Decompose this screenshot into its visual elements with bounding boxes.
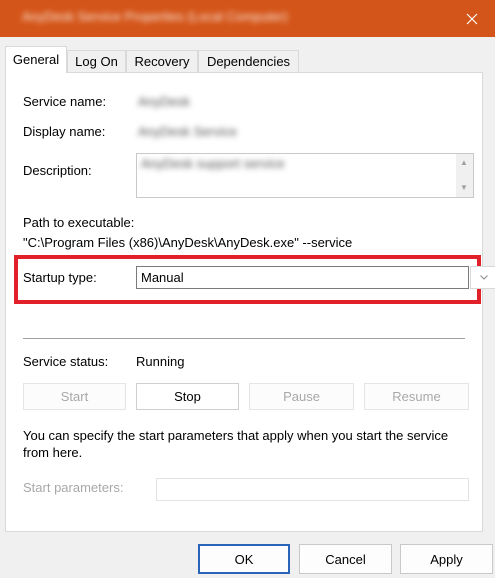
startup-type-label: Startup type:: [23, 270, 97, 285]
resume-button[interactable]: Resume: [364, 383, 469, 410]
scroll-up-arrow-icon[interactable]: ▲: [460, 158, 468, 167]
apply-button[interactable]: Apply: [400, 544, 493, 574]
description-value: AnyDesk support service: [141, 156, 285, 171]
window-title: AnyDesk Service Properties (Local Comput…: [22, 9, 288, 24]
start-button[interactable]: Start: [23, 383, 126, 410]
cancel-button[interactable]: Cancel: [299, 544, 392, 574]
scroll-down-arrow-icon[interactable]: ▼: [460, 183, 468, 192]
start-params-input[interactable]: [156, 478, 469, 501]
startup-type-label-text: Startup type:: [23, 270, 97, 285]
path-label: Path to executable:: [23, 215, 135, 230]
display-name-value: AnyDesk Service: [138, 124, 237, 139]
start-params-label: Start parameters:: [23, 480, 124, 495]
startup-type-select[interactable]: Manual: [136, 266, 495, 289]
service-status-value: Running: [136, 354, 185, 369]
ok-button[interactable]: OK: [198, 544, 290, 574]
service-name-label: Service name:: [23, 94, 107, 109]
tab-general[interactable]: General: [5, 46, 67, 73]
service-status-label: Service status:: [23, 354, 109, 369]
close-button[interactable]: [449, 0, 495, 37]
tab-recovery[interactable]: Recovery: [126, 50, 198, 72]
tab-dependencies[interactable]: Dependencies: [198, 50, 299, 72]
startup-type-dropdown-button[interactable]: [470, 266, 495, 289]
pause-button[interactable]: Pause: [249, 383, 354, 410]
tab-log-on[interactable]: Log On: [67, 50, 126, 72]
service-name-value: AnyDesk: [138, 94, 191, 109]
general-tab-panel: Service name: AnyDesk Display name: AnyD…: [5, 72, 495, 532]
chevron-down-icon: [479, 275, 488, 280]
description-label: Description:: [23, 163, 92, 178]
path-value: "C:\Program Files (x86)\AnyDesk\AnyDesk.…: [23, 235, 353, 250]
startup-type-value: Manual: [141, 270, 184, 285]
close-icon: [466, 13, 478, 24]
start-params-info-text: You can specify the start parameters tha…: [23, 428, 449, 460]
stop-button[interactable]: Stop: [136, 383, 239, 410]
description-scrollbar[interactable]: ▲ ▼: [456, 154, 473, 197]
display-name-label: Display name:: [23, 124, 106, 139]
title-bar: AnyDesk Service Properties (Local Comput…: [0, 0, 495, 37]
divider: [23, 338, 465, 339]
description-field[interactable]: AnyDesk support service ▲ ▼: [136, 153, 474, 198]
